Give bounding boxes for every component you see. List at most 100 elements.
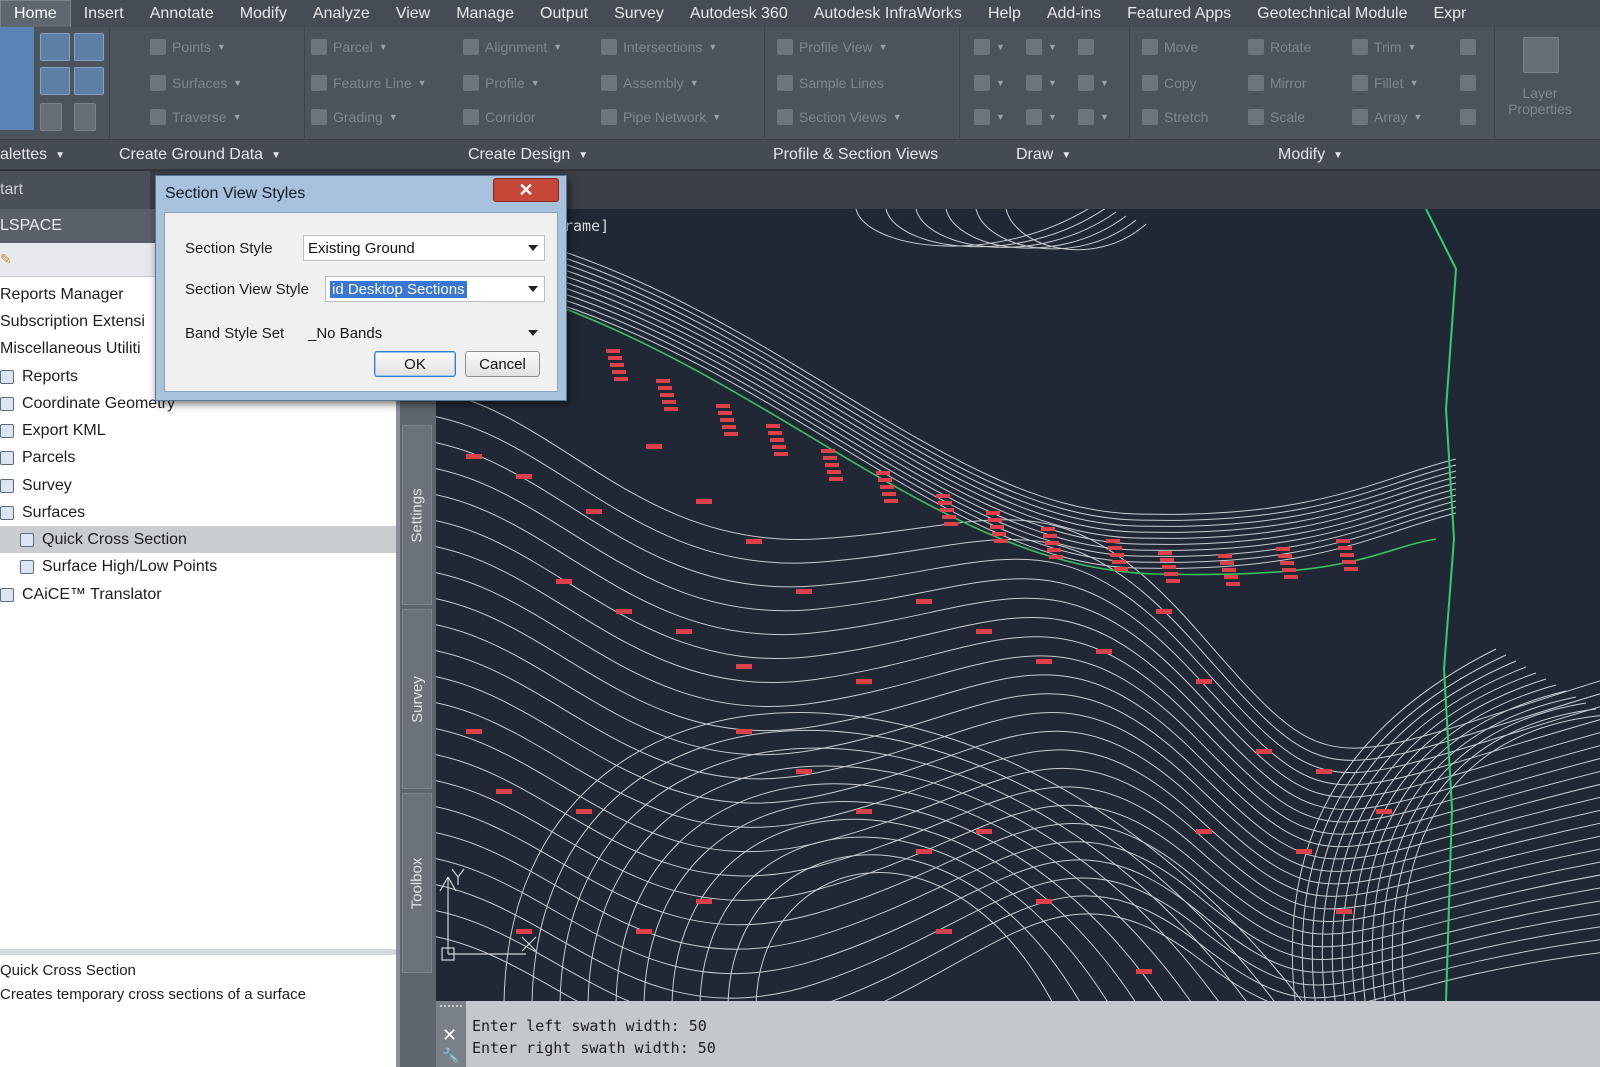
feature-line-tool[interactable]: Feature Line ▼ bbox=[311, 75, 427, 91]
polyline-icon[interactable]: ▼ bbox=[974, 75, 1005, 91]
close-icon[interactable]: ✕ bbox=[442, 1025, 457, 1046]
arc-icon[interactable]: ▼ bbox=[1026, 39, 1057, 55]
pipe-network-tool[interactable]: Pipe Network ▼ bbox=[601, 109, 721, 125]
panel-title-profile-section-views[interactable]: Profile & Section Views bbox=[773, 140, 938, 170]
explode-icon[interactable] bbox=[1460, 75, 1476, 91]
mirror-tool[interactable]: Mirror bbox=[1248, 75, 1307, 91]
panel-title-create-ground-data[interactable]: Create Ground Data ▼ bbox=[119, 140, 281, 170]
sample-lines-tool[interactable]: Sample Lines bbox=[777, 75, 884, 91]
station-label bbox=[990, 525, 1004, 529]
tab-modify[interactable]: Modify bbox=[227, 0, 300, 27]
layer-properties-icon[interactable] bbox=[1523, 37, 1559, 73]
tree-item-parcels[interactable]: Parcels bbox=[0, 444, 396, 471]
section-style-select[interactable]: Existing Ground bbox=[303, 235, 545, 261]
tab-insert[interactable]: Insert bbox=[71, 0, 137, 27]
close-icon[interactable]: ✕ bbox=[493, 178, 559, 202]
contour-line bbox=[503, 712, 1303, 1001]
station-label bbox=[1106, 539, 1120, 543]
section-views-tool[interactable]: Section Views ▼ bbox=[777, 109, 902, 125]
tab-analyze[interactable]: Analyze bbox=[300, 0, 383, 27]
tab-settings[interactable]: Settings bbox=[402, 425, 432, 605]
tab-add-ins[interactable]: Add-ins bbox=[1034, 0, 1114, 27]
panel-title-modify[interactable]: Modify ▼ bbox=[1278, 140, 1343, 170]
copy-tool[interactable]: Copy bbox=[1142, 75, 1197, 91]
toolspace-splitter[interactable] bbox=[0, 949, 396, 955]
trim-tool[interactable]: Trim ▼ bbox=[1352, 39, 1416, 55]
intersections-icon bbox=[601, 39, 617, 55]
tree-item-survey[interactable]: Survey bbox=[0, 472, 396, 499]
drawing-canvas[interactable]: rame] bbox=[436, 209, 1600, 1001]
alignment-tool[interactable]: Alignment ▼ bbox=[463, 39, 562, 55]
tab-survey[interactable]: Survey bbox=[402, 609, 432, 789]
grading-tool[interactable]: Grading ▼ bbox=[311, 109, 398, 125]
donut-icon[interactable]: ▼ bbox=[1026, 109, 1057, 125]
tab-autodesk-360[interactable]: Autodesk 360 bbox=[677, 0, 801, 27]
tab-featured-apps[interactable]: Featured Apps bbox=[1114, 0, 1244, 27]
viewport-label[interactable]: rame] bbox=[564, 217, 609, 235]
panel-title-create-design[interactable]: Create Design ▼ bbox=[468, 140, 588, 170]
properties-icon[interactable] bbox=[74, 33, 104, 61]
ok-button[interactable]: OK bbox=[374, 351, 456, 377]
cancel-button[interactable]: Cancel bbox=[465, 351, 540, 377]
pencil-icon[interactable]: ✎ bbox=[0, 251, 12, 268]
tree-item-caice-translator[interactable]: CAiCE™ Translator bbox=[0, 581, 396, 608]
design-center-icon[interactable] bbox=[40, 67, 70, 95]
erase-icon[interactable] bbox=[1460, 39, 1476, 55]
corridor-tool[interactable]: Corridor bbox=[463, 109, 536, 125]
circle-icon[interactable]: ▼ bbox=[1026, 75, 1057, 91]
markup-icon[interactable] bbox=[74, 103, 96, 131]
offset-icon[interactable] bbox=[1460, 109, 1476, 125]
panel-title-draw[interactable]: Draw ▼ bbox=[1016, 140, 1071, 170]
tab-output[interactable]: Output bbox=[527, 0, 601, 27]
start-tab[interactable]: tart bbox=[0, 171, 150, 209]
station-label bbox=[884, 499, 898, 503]
layer-properties-label[interactable]: Layer Properties bbox=[1505, 85, 1575, 117]
tab-view[interactable]: View bbox=[383, 0, 443, 27]
tab-autodesk-infraworks[interactable]: Autodesk InfraWorks bbox=[801, 0, 975, 27]
spline-icon[interactable]: ▼ bbox=[974, 109, 1005, 125]
tab-home[interactable]: Home bbox=[0, 0, 71, 27]
fillet-tool[interactable]: Fillet ▼ bbox=[1352, 75, 1418, 91]
parcel-tool[interactable]: Parcel ▼ bbox=[311, 39, 388, 55]
line-icon[interactable]: ▼ bbox=[974, 39, 1005, 55]
rectangle-icon[interactable] bbox=[1078, 39, 1094, 55]
palettes-button[interactable] bbox=[0, 27, 34, 130]
grip-handle[interactable] bbox=[440, 1005, 462, 1011]
tree-item-export-kml[interactable]: Export KML bbox=[0, 417, 396, 444]
hatch-icon[interactable]: ▼ bbox=[1078, 75, 1109, 91]
panel-title-palettes[interactable]: alettes ▼ bbox=[0, 140, 65, 170]
tab-geotechnical-module[interactable]: Geotechnical Module bbox=[1244, 0, 1420, 27]
profile-tool[interactable]: Profile ▼ bbox=[463, 75, 540, 91]
intersections-tool[interactable]: Intersections ▼ bbox=[601, 39, 717, 55]
assembly-tool[interactable]: Assembly ▼ bbox=[601, 75, 699, 91]
tool-icon bbox=[0, 423, 14, 438]
stretch-tool[interactable]: Stretch bbox=[1142, 109, 1208, 125]
surfaces-tool[interactable]: Surfaces ▼ bbox=[150, 75, 242, 91]
station-label bbox=[1336, 539, 1350, 543]
profile-view-tool[interactable]: Profile View ▼ bbox=[777, 39, 888, 55]
array-tool[interactable]: Array ▼ bbox=[1352, 109, 1422, 125]
tree-item-surface-high-low-points[interactable]: Surface High/Low Points bbox=[0, 553, 396, 580]
tab-toolbox[interactable]: Toolbox bbox=[402, 793, 432, 973]
tab-help[interactable]: Help bbox=[975, 0, 1034, 27]
rotate-tool[interactable]: Rotate bbox=[1248, 39, 1311, 55]
move-tool[interactable]: Move bbox=[1142, 39, 1198, 55]
boundary-icon[interactable]: ▼ bbox=[1078, 109, 1109, 125]
tree-item-quick-cross-section[interactable]: Quick Cross Section bbox=[0, 526, 396, 553]
scale-tool[interactable]: Scale bbox=[1248, 109, 1305, 125]
toolspace-icon[interactable] bbox=[40, 33, 70, 61]
sheet-set-icon[interactable] bbox=[40, 103, 62, 131]
traverse-tool[interactable]: Traverse ▼ bbox=[150, 109, 242, 125]
band-style-set-select[interactable]: _No Bands bbox=[303, 320, 545, 346]
wrench-icon[interactable]: 🔧 bbox=[442, 1047, 459, 1064]
tab-annotate[interactable]: Annotate bbox=[137, 0, 227, 27]
ucs-icon bbox=[439, 868, 537, 961]
tree-item-surfaces[interactable]: Surfaces bbox=[0, 499, 396, 526]
points-tool[interactable]: Points ▼ bbox=[150, 39, 226, 55]
contour-line bbox=[755, 872, 1053, 1001]
tool-palettes-icon[interactable] bbox=[74, 67, 104, 95]
section-view-style-select[interactable]: id Desktop Sections bbox=[325, 276, 545, 302]
tab-expr[interactable]: Expr bbox=[1420, 0, 1479, 27]
tab-manage[interactable]: Manage bbox=[443, 0, 527, 27]
tab-survey[interactable]: Survey bbox=[601, 0, 677, 27]
